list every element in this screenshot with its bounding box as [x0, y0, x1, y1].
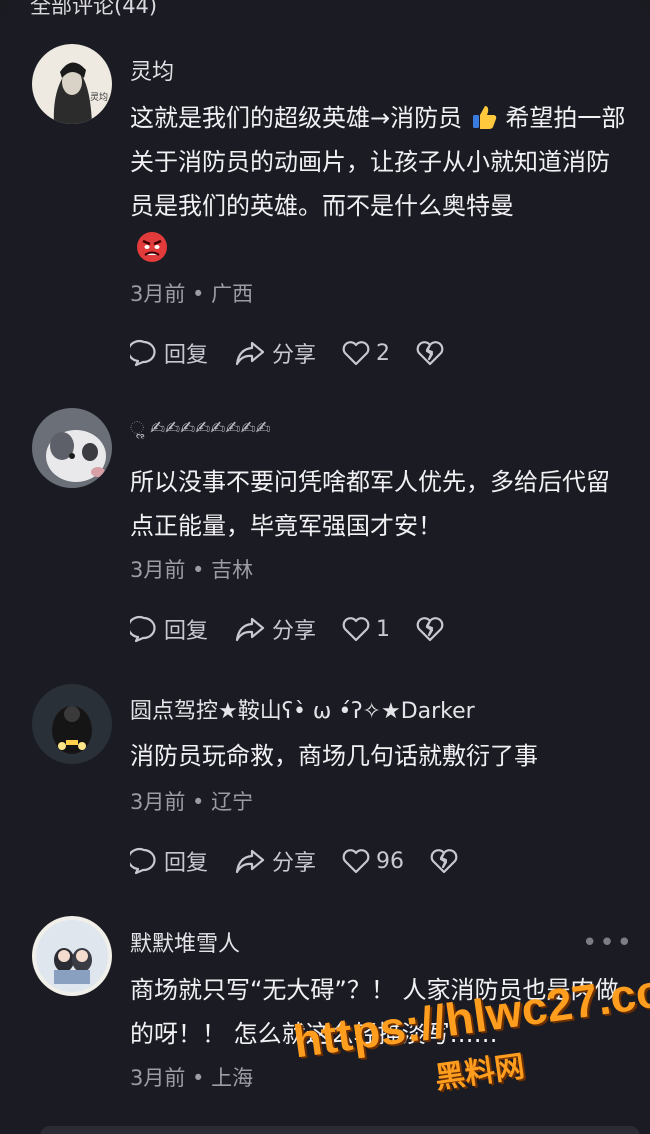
reply-label: 回复 — [164, 619, 209, 644]
comment-username[interactable]: 默默堆雪人 — [130, 926, 240, 958]
share-button[interactable]: 分享 — [234, 845, 316, 877]
heart-icon — [342, 849, 370, 874]
comments-header: 全部评论(44) — [30, 0, 158, 18]
like-count: 1 — [376, 616, 391, 642]
reply-icon — [130, 616, 156, 643]
share-button[interactable]: 分享 — [234, 613, 316, 645]
comment-meta: 3月前 • 吉林 — [130, 558, 254, 582]
comment-location: 吉林 — [211, 558, 254, 582]
comment-text: 所以没事不要问凭啥都军人优先，多给后代留点正能量，毕竟军强国才安！ — [130, 468, 610, 540]
comment-actions: 回复 分享 96 — [130, 844, 490, 878]
like-count: 96 — [376, 848, 405, 874]
comment-text-part: 这就是我们的超级英雄→消防员 — [130, 104, 470, 132]
dislike-button[interactable] — [416, 340, 450, 366]
heart-icon — [342, 341, 370, 366]
comment-meta: 3月前 • 上海 — [130, 1066, 254, 1090]
like-button[interactable]: 2 — [342, 340, 390, 366]
comment-location: 辽宁 — [211, 790, 254, 814]
like-count: 2 — [376, 340, 391, 366]
thumbs-up-icon — [470, 101, 498, 129]
share-label: 分享 — [272, 343, 317, 368]
like-button[interactable]: 96 — [342, 848, 404, 874]
broken-heart-icon — [416, 341, 444, 366]
angry-face-icon — [136, 231, 167, 262]
comment-username[interactable]: ૢ ✍︎✍︎✍︎✍︎✍︎✍︎✍︎✍︎ — [130, 418, 271, 439]
comment-text: 商场就只写“无大碍”？！ 人家消防员也是肉做的呀！！ 怎么就这么轻描淡写…… — [130, 976, 619, 1048]
share-button[interactable]: 分享 — [234, 337, 316, 369]
share-icon — [235, 849, 265, 874]
svg-text:灵均: 灵均 — [90, 91, 108, 103]
comment-time: 3月前 — [130, 282, 186, 306]
comments-panel: 全部评论(44) 灵均 灵均 这就是我们的超级英雄→消防员 希望拍一部关于消防员… — [0, 0, 650, 1134]
reply-button[interactable]: 回复 — [130, 337, 208, 369]
share-icon — [235, 341, 265, 366]
avatar[interactable] — [32, 916, 112, 996]
comment-location: 上海 — [211, 1066, 254, 1090]
comment-location: 广西 — [211, 282, 254, 306]
avatar[interactable]: 灵均 — [32, 44, 112, 124]
avatar[interactable] — [32, 684, 112, 764]
broken-heart-icon — [416, 617, 444, 642]
comment-username[interactable]: 灵均 — [130, 54, 174, 86]
share-icon — [235, 617, 265, 642]
dislike-button[interactable] — [416, 616, 450, 642]
share-label: 分享 — [272, 619, 317, 644]
reply-button[interactable]: 回复 — [130, 613, 208, 645]
comment-text: 消防员玩命救，商场几句话就敷衍了事 — [130, 742, 538, 770]
share-label: 分享 — [272, 851, 317, 876]
comment-time: 3月前 — [130, 558, 186, 582]
reply-button[interactable]: 回复 — [130, 845, 208, 877]
comment-actions: 回复 分享 2 — [130, 336, 476, 370]
comment-actions: 回复 分享 1 — [130, 612, 476, 646]
comment-username[interactable]: 圆点驾控★鞍山ʕ•̀ ω •́ʔ✧★Darker — [130, 693, 475, 725]
comment-meta: 3月前 • 广西 — [130, 282, 254, 306]
reply-icon — [130, 848, 156, 875]
comment-time: 3月前 — [130, 1066, 186, 1090]
broken-heart-icon — [430, 849, 458, 874]
comment-text: 这就是我们的超级英雄→消防员 希望拍一部关于消防员的动画片，让孩子从小就知道消防… — [130, 96, 630, 272]
more-options-icon[interactable]: ••• — [582, 928, 634, 958]
avatar[interactable] — [32, 408, 112, 488]
reply-icon — [130, 340, 156, 367]
dislike-button[interactable] — [430, 848, 464, 874]
comment-meta: 3月前 • 辽宁 — [130, 790, 254, 814]
heart-icon — [342, 617, 370, 642]
bottom-input-bar[interactable] — [40, 1126, 640, 1134]
reply-label: 回复 — [164, 851, 209, 876]
reply-label: 回复 — [164, 343, 209, 368]
like-button[interactable]: 1 — [342, 616, 390, 642]
comment-time: 3月前 — [130, 790, 186, 814]
